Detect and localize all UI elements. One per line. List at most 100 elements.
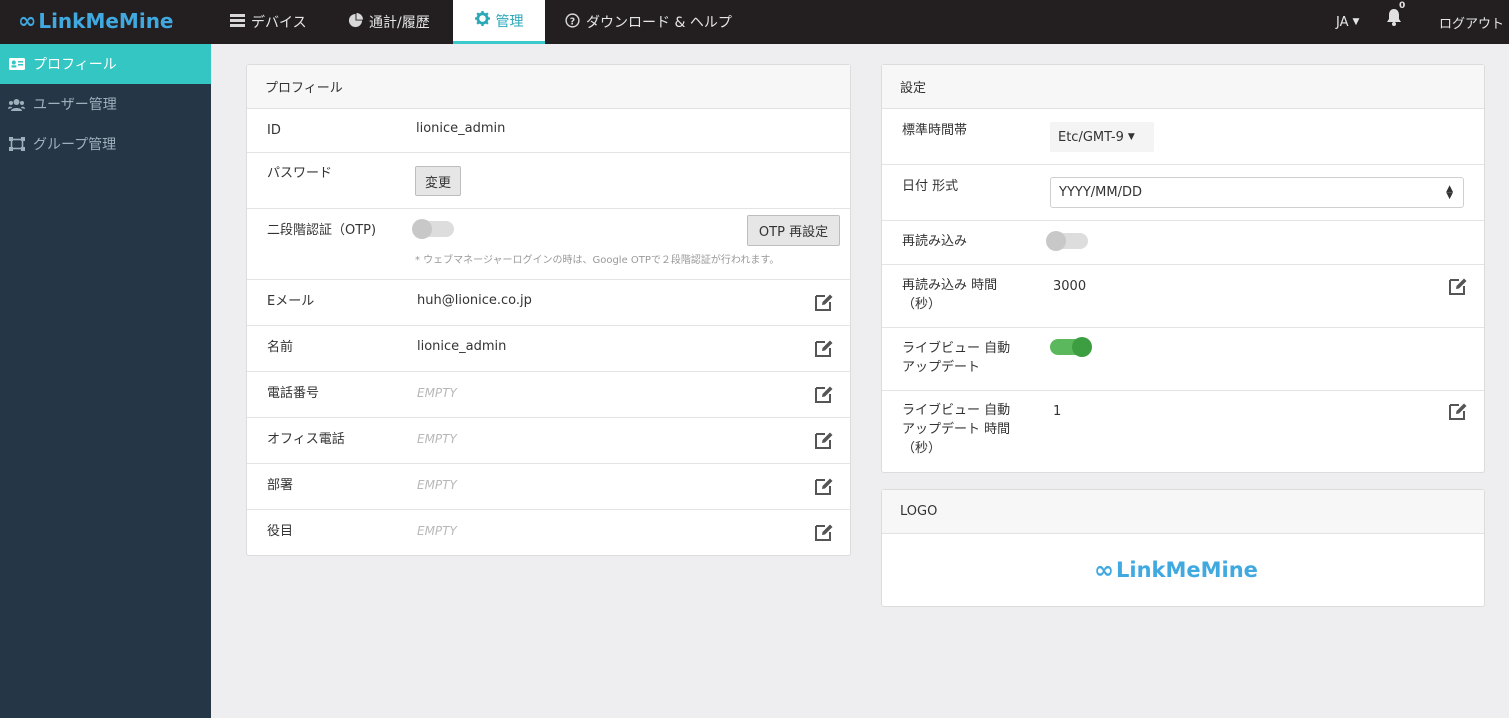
field-label: オフィス電話: [267, 432, 345, 447]
nav-stats[interactable]: 通計/履歴: [348, 0, 438, 44]
server-icon: [230, 13, 245, 31]
settings-row-date-format: 日付 形式 YYYY/MM/DD ▲ ▼: [882, 165, 1484, 221]
change-password-button[interactable]: 変更: [415, 166, 461, 196]
field-label: 二段階認証（OTP): [267, 223, 377, 238]
pie-chart-icon: [348, 12, 363, 32]
reload-time-label-line: 再読み込み 時間: [902, 278, 998, 293]
liveview-label-line: ライブビュー 自動: [902, 341, 1011, 356]
question-circle-icon: ?: [565, 12, 580, 32]
otp-reset-button[interactable]: OTP 再設定: [747, 215, 840, 246]
field-label: Eメール: [267, 294, 315, 309]
users-icon: [8, 97, 25, 111]
toggle-knob: [1046, 231, 1066, 251]
edit-icon[interactable]: [814, 338, 834, 358]
profile-row-office-phone: オフィス電話 EMPTY: [247, 418, 850, 464]
bell-icon[interactable]: [1386, 8, 1402, 28]
field-label: ID: [267, 123, 281, 138]
logout-link[interactable]: ログアウト: [1439, 0, 1504, 44]
notification-count: 0: [1399, 1, 1406, 11]
settings-row-liveview: ライブビュー 自動 アップデート: [882, 328, 1484, 391]
caret-down-icon: ▼: [1352, 17, 1360, 27]
office-phone-value: EMPTY: [417, 432, 457, 446]
settings-row-liveview-time: ライブビュー 自動 アップデート 時間 （秒） 1: [882, 391, 1484, 471]
brand-name: LinkMeMine: [38, 9, 174, 33]
timezone-dropdown[interactable]: Etc/GMT-9 ▼: [1050, 122, 1154, 152]
panel-title: LOGO: [882, 490, 1484, 534]
profile-row-name: 名前 lionice_admin: [247, 326, 850, 372]
profile-row-email: Eメール huh@lionice.co.jp: [247, 280, 850, 326]
settings-panel: 設定 標準時間帯 Etc/GMT-9 ▼ 日付 形式 YYYY/MM/DD ▲ ▼…: [881, 64, 1485, 473]
liveview-time-label-line: アップデート 時間: [902, 422, 1011, 437]
caret-down-icon: ▼: [1127, 132, 1135, 142]
field-label: ライブビュー 自動 アップデート 時間 （秒）: [902, 401, 1010, 458]
reload-time-label-line: （秒）: [902, 297, 942, 312]
edit-icon[interactable]: [814, 430, 834, 450]
timezone-value: Etc/GMT-9: [1058, 129, 1124, 145]
edit-icon[interactable]: [814, 476, 834, 496]
reload-toggle[interactable]: [1046, 231, 1088, 251]
panel-title: 設定: [882, 65, 1484, 109]
field-label: 電話番号: [267, 386, 320, 401]
nav-help-label: ダウンロード & ヘルプ: [586, 15, 732, 31]
date-format-value: YYYY/MM/DD: [1059, 185, 1142, 200]
liveview-time-label-line: （秒）: [902, 441, 942, 456]
settings-row-reload: 再読み込み: [882, 221, 1484, 265]
liveview-label-line: アップデート: [902, 360, 981, 375]
liveview-toggle[interactable]: [1050, 337, 1092, 357]
brand-logo[interactable]: ∞ LinkMeMine: [18, 6, 174, 36]
logo-text: LinkMeMine: [1116, 558, 1258, 582]
company-logo: ∞ LinkMeMine: [1094, 556, 1258, 584]
date-format-select[interactable]: YYYY/MM/DD ▲ ▼: [1050, 177, 1464, 208]
language-selector[interactable]: JA ▼: [1336, 0, 1359, 44]
toggle-knob: [1072, 337, 1092, 357]
profile-row-otp: 二段階認証（OTP) OTP 再設定 * ウェブマネージャーログインの時は、Go…: [247, 209, 850, 280]
nav-devices-label: デバイス: [251, 15, 307, 31]
edit-icon[interactable]: [1448, 276, 1468, 296]
edit-icon[interactable]: [814, 292, 834, 312]
email-value: huh@lionice.co.jp: [417, 293, 532, 308]
department-value: EMPTY: [417, 478, 457, 492]
sidebar-item-profile[interactable]: プロフィール: [0, 44, 211, 84]
profile-row-password: パスワード 変更: [247, 153, 850, 209]
gear-icon: [474, 11, 490, 30]
field-label: 役目: [267, 524, 294, 539]
field-label: パスワード: [267, 166, 333, 181]
group-icon: [8, 137, 25, 151]
nav-devices[interactable]: デバイス: [230, 0, 320, 44]
edit-icon[interactable]: [814, 522, 834, 542]
profile-row-role: 役目 EMPTY: [247, 510, 850, 554]
role-value: EMPTY: [417, 524, 457, 538]
edit-icon[interactable]: [814, 384, 834, 404]
panel-title: プロフィール: [247, 65, 850, 109]
edit-icon[interactable]: [1448, 401, 1468, 421]
field-label: 部署: [267, 478, 294, 493]
sidebar-item-label: グループ管理: [33, 137, 117, 153]
profile-row-department: 部署 EMPTY: [247, 464, 850, 510]
sort-caret-icon: ▲ ▼: [1446, 184, 1453, 201]
otp-toggle[interactable]: [412, 219, 454, 239]
otp-note: * ウェブマネージャーログインの時は、Google OTPで２段階認証が行われま…: [415, 255, 780, 266]
settings-row-timezone: 標準時間帯 Etc/GMT-9 ▼: [882, 109, 1484, 165]
id-value: lionice_admin: [416, 121, 506, 136]
logo-area: ∞ LinkMeMine: [882, 534, 1484, 606]
id-card-icon: [8, 57, 25, 71]
nav-help[interactable]: ? ダウンロード & ヘルプ: [565, 0, 735, 44]
field-label: 名前: [267, 340, 294, 355]
reload-time-value: 3000: [1053, 279, 1087, 294]
nav-admin[interactable]: 管理: [453, 0, 545, 44]
field-label: ライブビュー 自動 アップデート: [902, 339, 1010, 377]
liveview-time-label-line: ライブビュー 自動: [902, 403, 1011, 418]
sidebar-item-groups[interactable]: グループ管理: [0, 124, 211, 164]
nav-admin-label: 管理: [495, 13, 524, 30]
top-navbar: ∞ LinkMeMine デバイス 通計/履歴 管理 ? ダウンロード & ヘル…: [0, 0, 1509, 44]
logo-panel: LOGO ∞ LinkMeMine: [881, 489, 1485, 607]
profile-row-phone: 電話番号 EMPTY: [247, 372, 850, 418]
language-label: JA: [1336, 14, 1349, 30]
settings-row-reload-time: 再読み込み 時間 （秒） 3000: [882, 265, 1484, 328]
phone-value: EMPTY: [417, 386, 457, 400]
sidebar-item-users[interactable]: ユーザー管理: [0, 84, 211, 124]
profile-panel: プロフィール ID lionice_admin パスワード 変更 二段階認証（O…: [246, 64, 851, 556]
profile-row-id: ID lionice_admin: [247, 109, 850, 153]
infinity-icon: ∞: [1094, 556, 1114, 584]
infinity-icon: ∞: [18, 8, 37, 34]
